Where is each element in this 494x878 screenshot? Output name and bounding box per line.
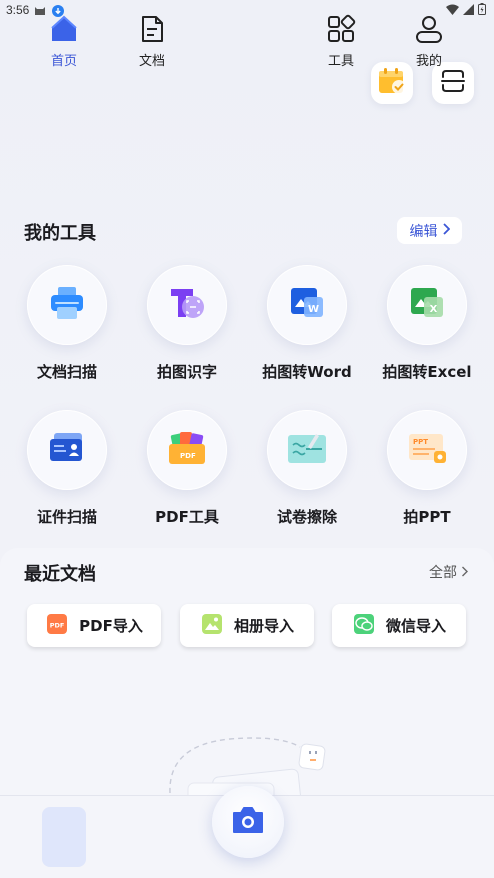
word-icon: W [287,285,327,325]
pdf-import-label: PDF导入 [79,617,143,635]
nav-profile[interactable]: 我的 [399,14,459,69]
tool-icon-circle [267,410,347,490]
album-import-label: 相册导入 [233,617,294,635]
svg-text:PPT: PPT [413,438,428,446]
nav-tools-label: 工具 [327,54,354,69]
album-import-button[interactable]: 相册导入 [180,604,314,647]
tool-text-recognition[interactable]: 拍图识字 [132,265,242,382]
svg-text:X: X [430,304,438,315]
tool-label: 试卷擦除 [276,508,337,526]
tool-label: 拍图识字 [156,363,217,381]
tool-pdf-tools[interactable]: PDF PDF工具 [132,410,242,527]
svg-text:PDF: PDF [50,621,65,629]
pdf-import-button[interactable]: PDF PDF导入 [27,604,161,647]
tool-icon-circle: PDF [147,410,227,490]
id-card-icon [47,431,87,469]
status-time: 3:56 [6,3,30,17]
album-icon [200,613,224,639]
tools-grid-icon [326,14,356,48]
document-icon [137,16,167,48]
edit-label: 编辑 [409,223,438,240]
recent-section-title: 最近文档 [24,564,96,585]
tool-icon-circle [27,265,107,345]
tool-label: 文档扫描 [36,363,97,381]
tool-label: 拍图转Excel [382,363,472,381]
nav-documents-label: 文档 [138,54,165,69]
chevron-right-icon [442,222,450,239]
profile-icon [414,16,444,48]
nav-profile-label: 我的 [415,54,442,69]
edit-tools-button[interactable]: 编辑 [397,217,462,244]
wechat-import-button[interactable]: 微信导入 [332,604,466,647]
svg-text:PDF: PDF [180,452,196,460]
tool-icon-circle: X [387,265,467,345]
tool-icon-circle: PPT [387,410,467,490]
home-icon [49,15,79,48]
view-all-label: 全部 [429,565,457,581]
wechat-import-label: 微信导入 [385,617,446,635]
tool-paper-erase[interactable]: 试卷擦除 [252,410,362,527]
home-tab-highlight [42,807,86,867]
tool-icon-circle [147,265,227,345]
ppt-icon: PPT [406,431,448,469]
camera-icon [230,805,266,839]
nav-home-label: 首页 [50,54,77,69]
battery-icon [478,3,486,18]
nav-home[interactable]: 首页 [34,14,94,69]
tool-label: 拍图转Word [262,363,352,381]
calendar-check-icon [377,67,407,99]
tool-id-scan[interactable]: 证件扫描 [12,410,122,527]
tools-section-title: 我的工具 [24,223,96,244]
tool-document-scan[interactable]: 文档扫描 [12,265,122,382]
tool-label: 拍PPT [403,508,451,526]
pdf-icon: PDF [45,613,69,639]
camera-button[interactable] [212,786,284,858]
tool-icon-circle: W [267,265,347,345]
tool-photo-to-word[interactable]: W 拍图转Word [252,265,362,382]
scan-frame-icon [440,68,466,98]
text-recognition-icon [167,285,207,325]
chevron-right-icon [461,565,469,581]
svg-text:W: W [308,304,319,315]
tool-label: PDF工具 [155,508,219,526]
paper-erase-icon [286,431,328,469]
excel-icon: X [407,285,447,325]
tool-photo-ppt[interactable]: PPT 拍PPT [372,410,482,527]
pdf-tools-icon: PDF [166,430,208,470]
signal-icon [463,3,474,18]
tool-icon-circle [27,410,107,490]
view-all-link[interactable]: 全部 [429,562,469,582]
tool-photo-to-excel[interactable]: X 拍图转Excel [372,265,482,382]
tool-label: 证件扫描 [36,508,97,526]
printer-icon [47,285,87,325]
nav-documents[interactable]: 文档 [122,14,182,69]
nav-tools[interactable]: 工具 [311,14,371,69]
wechat-icon [352,613,376,639]
